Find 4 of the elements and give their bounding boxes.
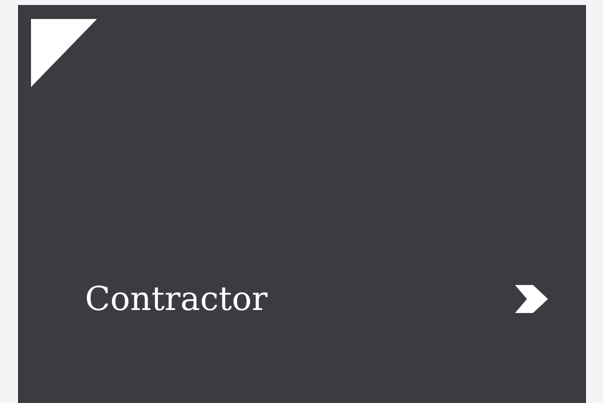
chevron-right-icon xyxy=(515,285,548,313)
card-title: Contractor xyxy=(85,279,268,319)
category-card[interactable]: Contractor xyxy=(18,5,586,403)
corner-triangle-icon xyxy=(31,19,97,87)
